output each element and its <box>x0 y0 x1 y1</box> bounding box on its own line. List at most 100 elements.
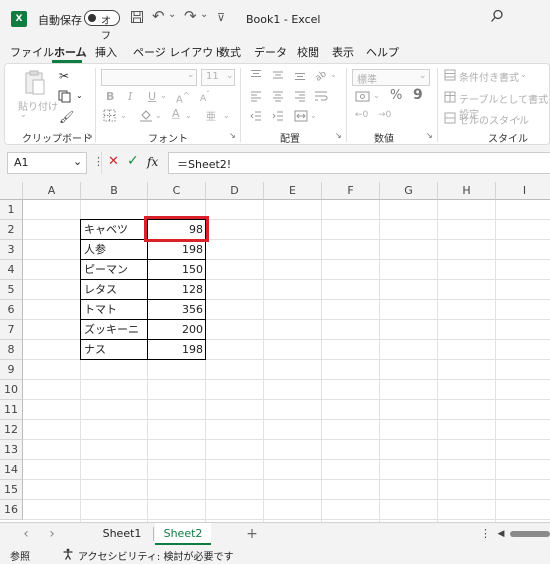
column-header-e[interactable]: E <box>264 182 322 200</box>
align-top-icon[interactable] <box>250 69 262 84</box>
insert-function-button[interactable]: fx <box>147 155 158 169</box>
row-header-10[interactable]: 10 <box>0 380 23 400</box>
conditional-format-icon[interactable] <box>444 69 456 84</box>
conditional-format-dropdown-icon[interactable]: ⌄ <box>520 70 527 79</box>
align-right-icon[interactable] <box>294 90 306 105</box>
save-icon[interactable] <box>130 10 144 28</box>
add-sheet-button[interactable]: + <box>244 523 260 545</box>
percent-button[interactable]: % <box>390 88 402 103</box>
cell-c7[interactable]: 200 <box>147 319 206 339</box>
font-name-dropdown-icon[interactable]: ⌄ <box>187 70 195 80</box>
name-box[interactable]: A1 ⌄ <box>7 152 87 174</box>
accessibility-status[interactable]: アクセシビリティ: 検討が必要です <box>78 548 233 563</box>
row-header-4[interactable]: 4 <box>0 260 23 280</box>
cell-c8[interactable]: 198 <box>147 339 206 359</box>
row-header-5[interactable]: 5 <box>0 280 23 300</box>
column-header-b[interactable]: B <box>81 182 148 200</box>
row-header-1[interactable]: 1 <box>0 200 23 220</box>
merge-center-icon[interactable] <box>294 110 308 125</box>
tab-review[interactable]: 校閲 <box>297 44 319 60</box>
autosave-toggle[interactable]: オフ <box>84 10 120 42</box>
row-header-3[interactable]: 3 <box>0 240 23 260</box>
number-format-box[interactable]: 標準 ⌄ <box>352 69 430 86</box>
italic-button[interactable]: I <box>128 90 132 103</box>
row-header-14[interactable]: 14 <box>0 460 23 480</box>
tab-formulas[interactable]: 数式 <box>219 44 241 60</box>
currency-icon[interactable] <box>355 90 371 106</box>
comma-button[interactable]: 9 <box>413 87 423 103</box>
select-all-corner[interactable] <box>0 182 23 200</box>
row-header-2[interactable]: 2 <box>0 220 23 240</box>
cell-c5[interactable]: 128 <box>147 279 206 299</box>
increase-indent-icon[interactable] <box>272 110 284 125</box>
cell-b4[interactable]: ピーマン <box>80 259 147 279</box>
search-icon[interactable] <box>490 9 504 27</box>
fill-color-icon[interactable] <box>139 109 153 126</box>
cell-c6[interactable]: 356 <box>147 299 206 319</box>
format-painter-icon[interactable]: 🖌 <box>59 110 74 124</box>
font-launcher-icon[interactable]: ↘ <box>229 131 236 140</box>
column-header-f[interactable]: F <box>322 182 380 200</box>
row-header-9[interactable]: 9 <box>0 360 23 380</box>
grow-font-icon[interactable]: A^ <box>176 90 190 105</box>
redo-dropdown-icon[interactable]: ⌄ <box>200 9 208 20</box>
cell-c3[interactable]: 198 <box>147 239 206 259</box>
row-header-8[interactable]: 8 <box>0 340 23 360</box>
currency-dropdown-icon[interactable]: ⌄ <box>373 91 380 100</box>
row-header-6[interactable]: 6 <box>0 300 23 320</box>
row-header-12[interactable]: 12 <box>0 420 23 440</box>
tab-insert[interactable]: 挿入 <box>95 44 117 60</box>
phonetic-icon[interactable]: 亜 <box>206 108 216 123</box>
column-header-a[interactable]: A <box>23 182 81 200</box>
clipboard-launcher-icon[interactable]: ↘ <box>86 131 93 140</box>
paste-icon[interactable] <box>24 70 46 99</box>
more-options-icon[interactable]: ⋮ <box>93 155 104 168</box>
cell-b5[interactable]: レタス <box>80 279 147 299</box>
cell-b3[interactable]: 人参 <box>80 239 147 259</box>
font-name-box[interactable] <box>101 69 197 86</box>
alignment-launcher-icon[interactable]: ↘ <box>335 131 342 140</box>
row-header-16[interactable]: 16 <box>0 500 23 520</box>
cell-styles-icon[interactable] <box>444 112 456 127</box>
copy-dropdown-icon[interactable]: ⌄ <box>76 91 83 100</box>
decrease-indent-icon[interactable] <box>250 110 262 125</box>
font-color-button[interactable]: A <box>172 107 180 120</box>
row-header-15[interactable]: 15 <box>0 480 23 500</box>
customize-toolbar-icon[interactable]: ⊽ <box>217 11 225 24</box>
paste-dropdown-icon[interactable]: ⌄ <box>20 110 27 119</box>
scroll-left-icon[interactable]: ◀ <box>496 523 506 545</box>
column-header-g[interactable]: G <box>380 182 438 200</box>
sheet-tab-sheet2[interactable]: Sheet2 <box>155 523 211 545</box>
conditional-format-label[interactable]: 条件付き書式 <box>459 69 519 84</box>
shrink-font-icon[interactable]: Aˇ <box>200 90 210 104</box>
worksheet-grid[interactable]: A B C D E F G H I 1 2 3 4 5 6 7 8 9 10 1… <box>0 182 550 522</box>
format-as-table-icon[interactable] <box>444 91 456 106</box>
row-header-11[interactable]: 11 <box>0 400 23 420</box>
horizontal-scrollbar[interactable] <box>510 531 550 537</box>
tab-page-layout[interactable]: ページ レイアウト <box>133 44 224 60</box>
cell-c4[interactable]: 150 <box>147 259 206 279</box>
undo-dropdown-icon[interactable]: ⌄ <box>168 9 176 20</box>
enter-button[interactable]: ✓ <box>127 153 139 169</box>
cancel-button[interactable]: ✕ <box>108 154 119 169</box>
cell-b2[interactable]: キャベツ <box>80 219 147 239</box>
underline-button[interactable]: U <box>148 90 156 103</box>
tab-home[interactable]: ホーム <box>54 44 87 60</box>
phonetic-dropdown-icon[interactable]: ⌄ <box>223 111 230 120</box>
sheet-tab-sheet1[interactable]: Sheet1 <box>92 523 152 545</box>
undo-icon[interactable]: ↶ <box>152 7 165 25</box>
column-header-i[interactable]: I <box>496 182 550 200</box>
merge-dropdown-icon[interactable]: ⌄ <box>310 111 317 120</box>
tab-file[interactable]: ファイル <box>10 44 54 60</box>
next-sheet-button[interactable]: › <box>46 523 58 545</box>
prev-sheet-button[interactable]: ‹ <box>20 523 32 545</box>
underline-dropdown-icon[interactable]: ⌄ <box>160 91 167 100</box>
accessibility-icon[interactable] <box>62 548 74 563</box>
more-sheets-icon[interactable]: ⋮ <box>480 523 491 545</box>
cell-b7[interactable]: ズッキーニ <box>80 319 147 339</box>
row-header-7[interactable]: 7 <box>0 320 23 340</box>
cell-b8[interactable]: ナス <box>80 339 147 359</box>
tab-help[interactable]: ヘルプ <box>366 44 399 60</box>
row-header-13[interactable]: 13 <box>0 440 23 460</box>
orientation-dropdown-icon[interactable]: ⌄ <box>330 70 337 79</box>
